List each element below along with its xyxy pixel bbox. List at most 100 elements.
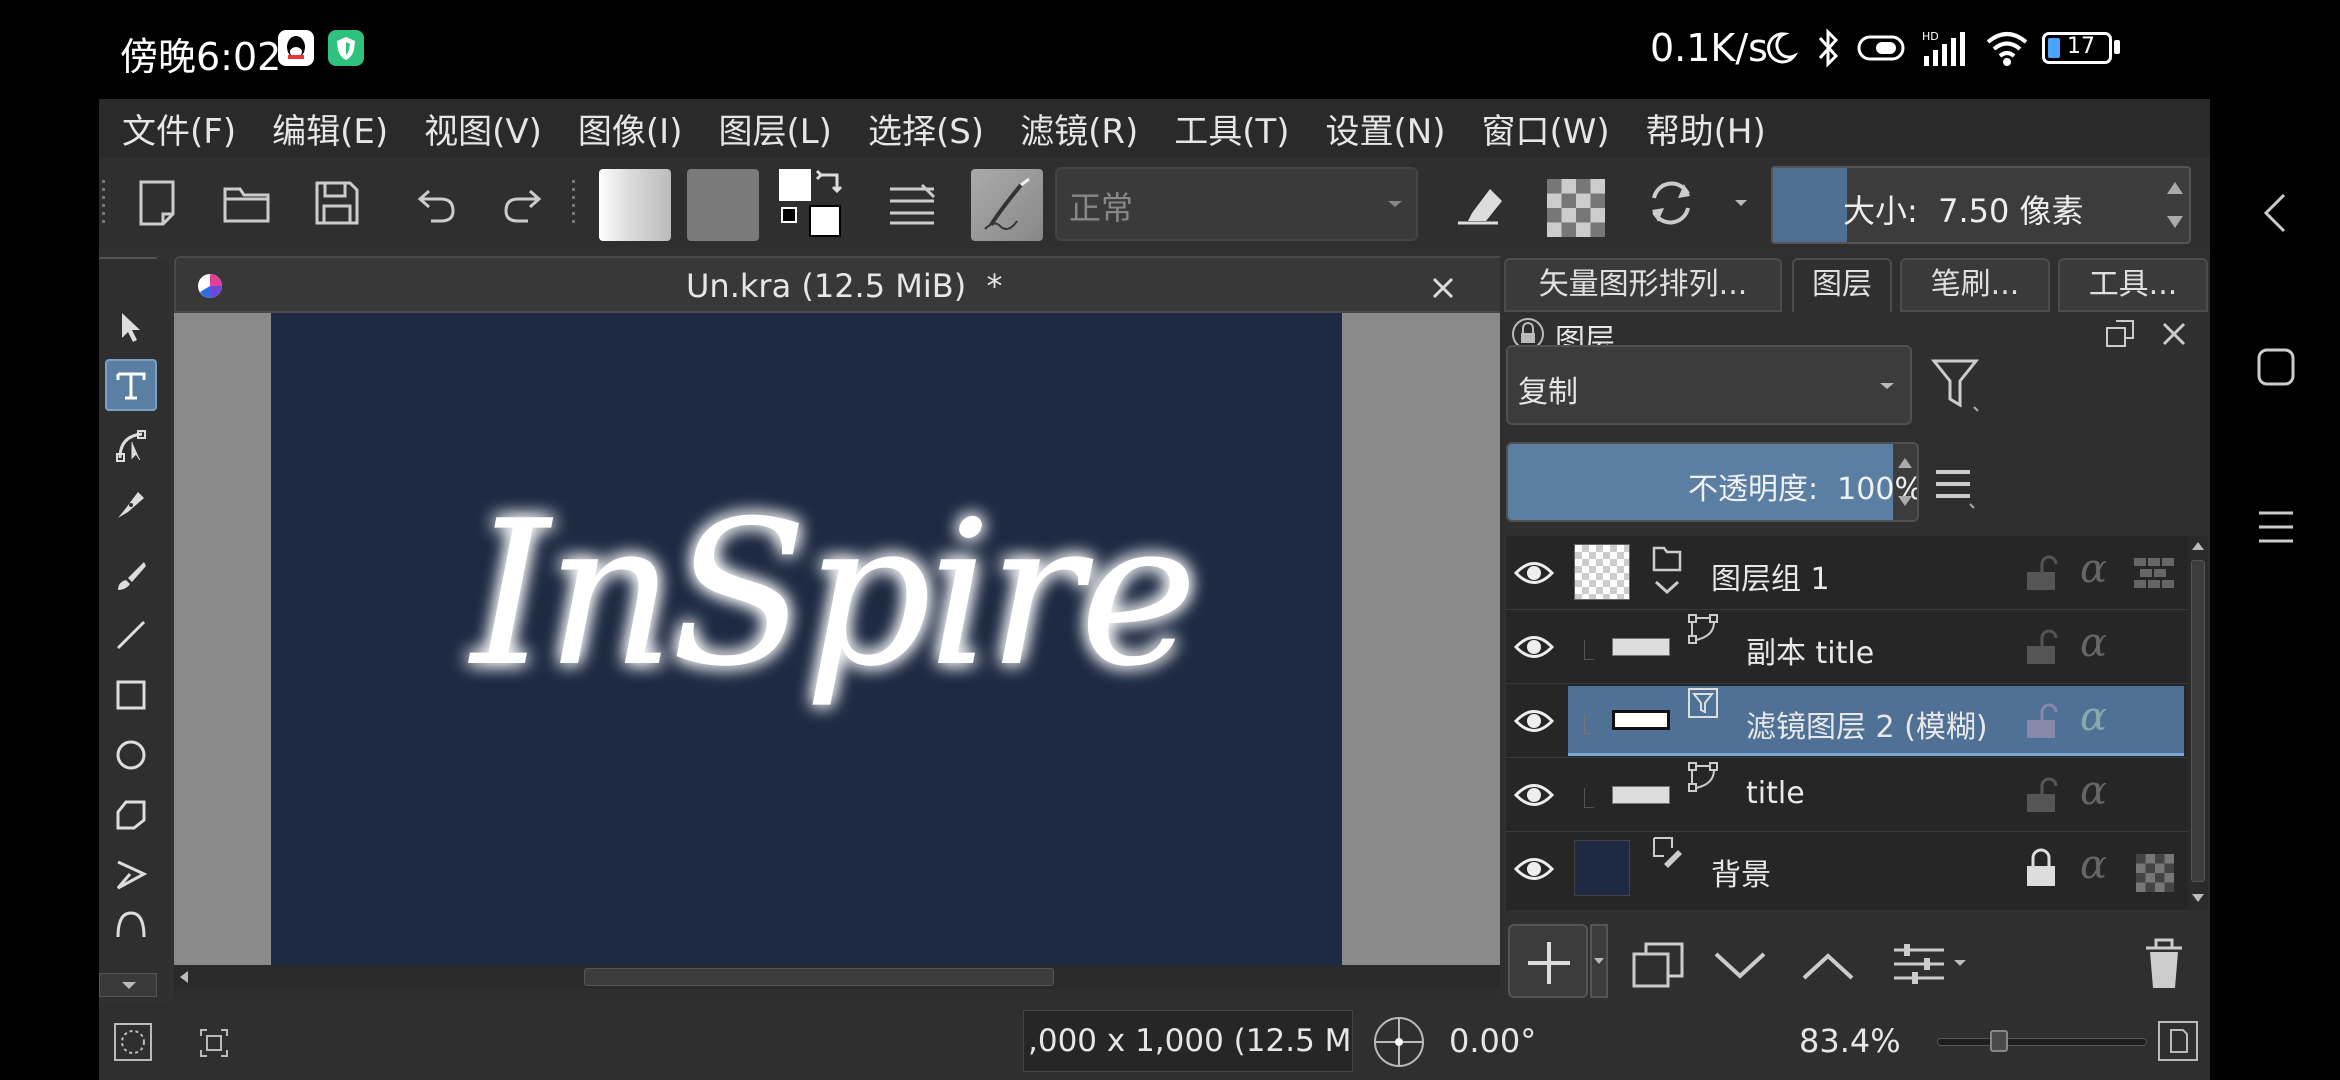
fit-to-view-icon[interactable] <box>199 1028 229 1058</box>
layer-row[interactable]: 副本 title α <box>1506 610 2190 684</box>
lock-open-icon[interactable] <box>2024 628 2058 666</box>
menu-filter[interactable]: 滤镜(R) <box>997 104 1151 153</box>
layer-row[interactable]: 图层组 1 α <box>1506 536 2190 610</box>
close-docker-icon[interactable] <box>2160 320 2188 348</box>
menu-tools[interactable]: 工具(T) <box>1151 104 1302 153</box>
document-tab[interactable]: Un.kra (12.5 MiB) * <box>174 256 1584 313</box>
tab-brushes[interactable]: 笔刷... <box>1900 258 2050 312</box>
page-icon[interactable] <box>2157 1020 2199 1062</box>
eye-icon[interactable] <box>1512 630 1556 664</box>
eye-icon[interactable] <box>1512 704 1556 738</box>
polygon-tool-icon[interactable] <box>105 789 157 841</box>
zoom-slider[interactable] <box>1937 1030 2147 1052</box>
lock-open-icon[interactable] <box>2024 702 2058 740</box>
brush-tool-icon[interactable] <box>105 549 157 601</box>
menu-image[interactable]: 图像(I) <box>555 104 696 153</box>
preset-dropdown-icon[interactable] <box>1729 167 1753 239</box>
menu-file[interactable]: 文件(F) <box>99 104 249 153</box>
close-document-icon[interactable] <box>1429 274 1457 302</box>
layer-row[interactable]: title α <box>1506 758 2190 832</box>
layer-properties-icon[interactable] <box>1890 940 1974 990</box>
polyline-tool-icon[interactable] <box>105 849 157 901</box>
spin-up-icon[interactable] <box>2163 172 2187 202</box>
toolbox-scroll-down-icon[interactable] <box>99 973 157 997</box>
tab-vector-arrange[interactable]: 矢量图形排列... <box>1504 258 1782 312</box>
lock-closed-icon[interactable] <box>2024 846 2058 888</box>
duplicate-layer-icon[interactable] <box>1630 940 1686 990</box>
toolbar-handle-icon-2[interactable] <box>569 167 581 239</box>
lock-open-icon[interactable] <box>2024 776 2058 814</box>
selection-display-icon[interactable] <box>113 1022 153 1062</box>
eye-icon[interactable] <box>1512 556 1556 590</box>
alpha-inherit-icon[interactable]: α <box>2080 842 2107 888</box>
eye-icon[interactable] <box>1512 778 1556 812</box>
alpha-inherit-icon[interactable]: α <box>2080 620 2107 666</box>
brush-preset-button[interactable] <box>971 169 1043 241</box>
rotation-value[interactable]: 0.00° <box>1449 1022 1536 1060</box>
menu-layer[interactable]: 图层(L) <box>695 104 844 153</box>
menu-settings[interactable]: 设置(N) <box>1303 104 1459 153</box>
menu-select[interactable]: 选择(S) <box>845 104 997 153</box>
move-layer-up-icon[interactable] <box>1800 950 1856 982</box>
alpha-inherit-icon[interactable]: α <box>2080 694 2107 740</box>
move-layer-down-icon[interactable] <box>1712 950 1768 982</box>
alpha-lock-icon[interactable] <box>2136 854 2174 892</box>
alpha-inherit-icon[interactable]: α <box>2080 768 2107 814</box>
tab-layers[interactable]: 图层 <box>1792 258 1892 312</box>
layer-list[interactable]: 图层组 1 α 副本 title α 滤镜图层 2 (模糊) α title α… <box>1506 536 2190 910</box>
alpha-inherit-icon[interactable]: α <box>2080 546 2107 592</box>
menu-help[interactable]: 帮助(H) <box>1623 104 1779 153</box>
eraser-icon[interactable] <box>1447 167 1513 239</box>
menu-edit[interactable]: 编辑(E) <box>249 104 401 153</box>
spin-down-icon[interactable] <box>2163 208 2187 238</box>
layer-row[interactable]: 背景 α <box>1506 832 2190 906</box>
pass-through-icon[interactable] <box>2132 556 2176 590</box>
ellipse-tool-icon[interactable] <box>105 729 157 781</box>
menu-view[interactable]: 视图(V) <box>401 104 555 153</box>
save-icon[interactable] <box>307 167 367 239</box>
spin-down-icon[interactable] <box>1895 486 1915 516</box>
filter-icon[interactable] <box>1928 355 1982 415</box>
gradient-preset-button[interactable] <box>599 169 671 241</box>
reload-preset-icon[interactable] <box>1639 167 1703 239</box>
new-document-icon[interactable] <box>129 167 189 239</box>
canvas-area[interactable]: InSpire <box>174 313 1584 965</box>
expand-chevron-icon[interactable] <box>1652 576 1682 598</box>
redo-icon[interactable] <box>494 167 550 239</box>
calligraphy-tool-icon[interactable] <box>105 479 157 531</box>
color-swap-button[interactable] <box>779 169 845 241</box>
image-size-field[interactable]: ,000 x 1,000 (12.5 MiB <box>1023 1010 1353 1072</box>
canvas-horizontal-scrollbar[interactable] <box>174 965 1566 989</box>
add-layer-dropdown[interactable] <box>1590 924 1608 998</box>
layer-row-selected[interactable]: 滤镜图层 2 (模糊) α <box>1506 684 2190 758</box>
pattern-preset-button[interactable] <box>687 169 759 241</box>
layer-menu-icon[interactable] <box>1930 462 1976 510</box>
select-shapes-tool-icon[interactable] <box>105 301 157 353</box>
blend-mode-select[interactable]: 正常 <box>1055 167 1418 241</box>
layer-blend-mode-select[interactable]: 复制 <box>1506 345 1912 425</box>
menu-window[interactable]: 窗口(W) <box>1459 104 1623 153</box>
tab-tools[interactable]: 工具... <box>2058 258 2208 312</box>
rotation-icon[interactable] <box>1371 1014 1427 1070</box>
canvas[interactable]: InSpire <box>271 313 1342 965</box>
opacity-slider[interactable]: 不透明度: 100% <box>1506 442 1919 522</box>
add-layer-button[interactable] <box>1508 924 1588 998</box>
inspire-text-artwork[interactable]: InSpire <box>271 313 1342 965</box>
float-docker-icon[interactable] <box>2104 318 2136 350</box>
text-tool-icon[interactable] <box>105 359 157 411</box>
eye-icon[interactable] <box>1512 852 1556 886</box>
back-icon[interactable] <box>2260 191 2290 235</box>
undo-icon[interactable] <box>409 167 465 239</box>
brush-size-slider[interactable]: 大小: 7.50 像素 <box>1771 166 2191 244</box>
recents-icon[interactable] <box>2256 507 2296 547</box>
brush-settings-icon[interactable] <box>879 167 945 239</box>
rectangle-tool-icon[interactable] <box>105 669 157 721</box>
lock-open-icon[interactable] <box>2024 554 2058 592</box>
delete-layer-icon[interactable] <box>2140 934 2188 994</box>
toolbar-handle-icon[interactable] <box>99 167 111 239</box>
alpha-lock-icon[interactable] <box>1547 179 1605 237</box>
edit-shapes-tool-icon[interactable] <box>105 419 157 471</box>
home-icon[interactable] <box>2256 347 2296 387</box>
bezier-tool-icon[interactable] <box>105 909 157 939</box>
line-tool-icon[interactable] <box>105 609 157 661</box>
